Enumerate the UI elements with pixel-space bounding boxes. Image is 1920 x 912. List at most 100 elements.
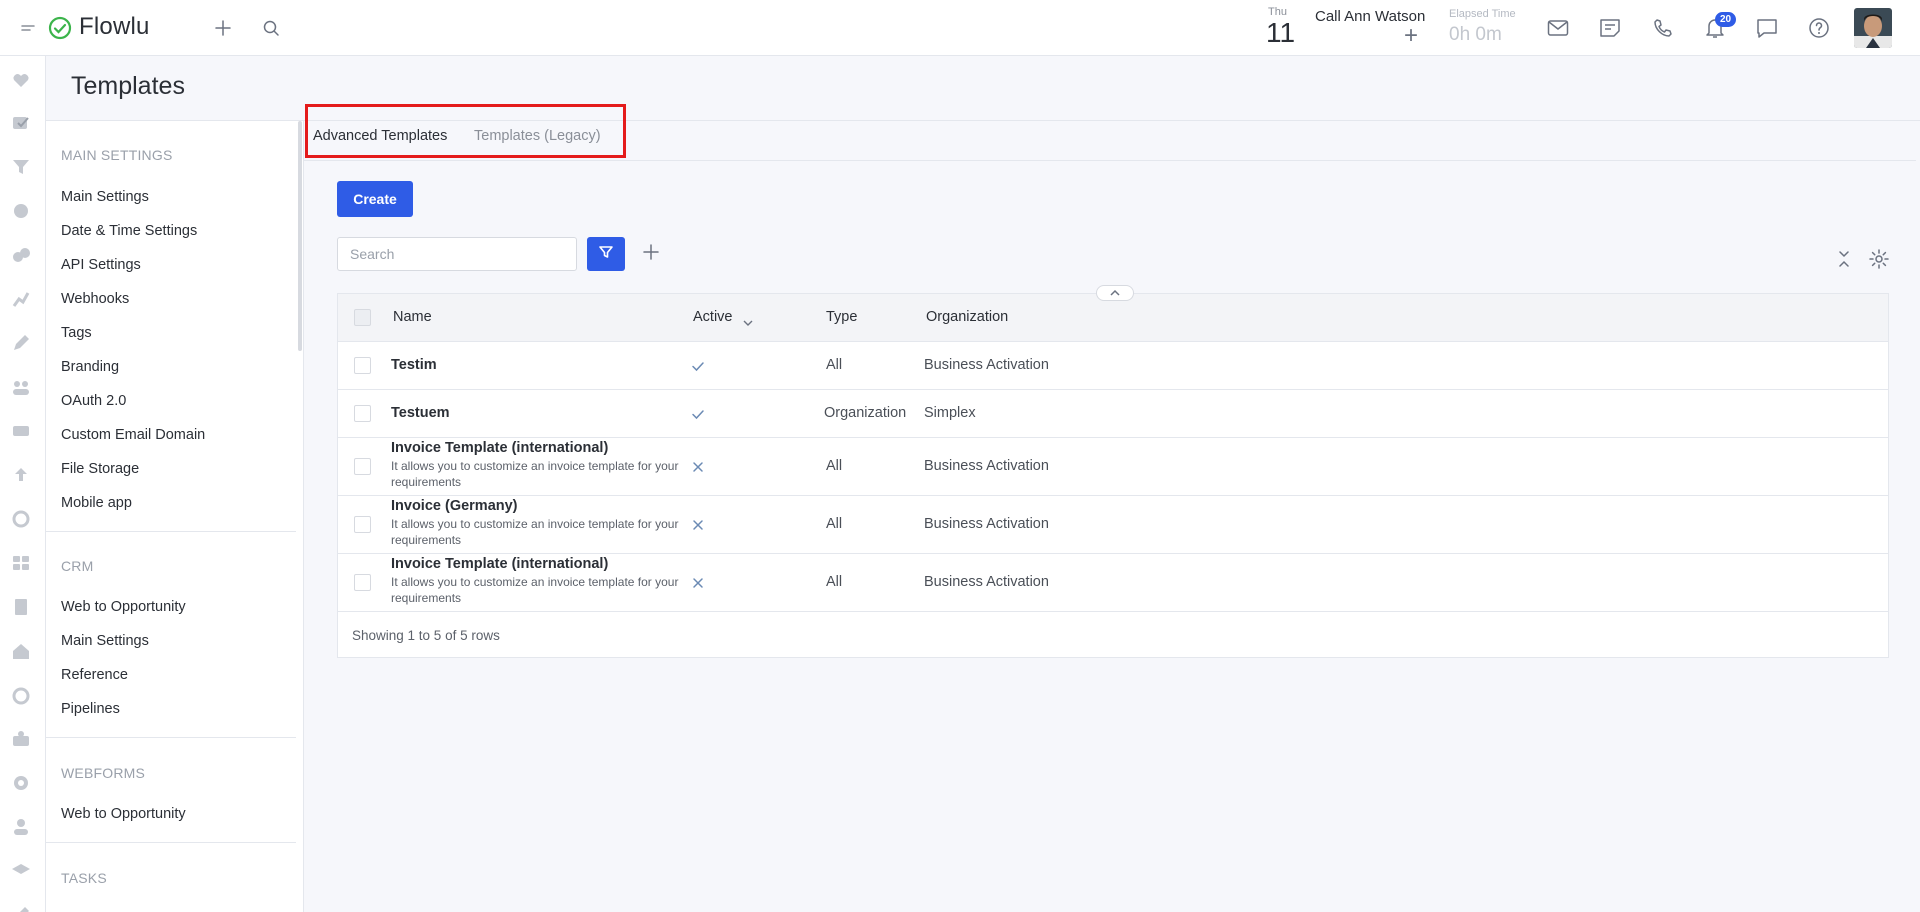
- notifications-badge: 20: [1715, 12, 1737, 27]
- projects-icon[interactable]: [10, 244, 32, 266]
- row-checkbox[interactable]: [354, 516, 371, 533]
- more-icon[interactable]: [10, 904, 32, 912]
- user-avatar[interactable]: [1854, 8, 1892, 48]
- collapse-icon[interactable]: [1834, 248, 1854, 270]
- gear-icon[interactable]: [1868, 248, 1890, 270]
- row-description: It allows you to customize an invoice te…: [391, 575, 679, 605]
- add-filter-button[interactable]: [637, 240, 665, 268]
- sidebar-item-web-to-opportunity[interactable]: Web to Opportunity: [61, 599, 186, 615]
- table-row[interactable]: Testuem Organization Simplex: [338, 390, 1888, 438]
- sidebar-item-webhooks[interactable]: Webhooks: [61, 291, 129, 307]
- column-header-active[interactable]: Active: [693, 309, 733, 325]
- close-icon: [690, 575, 706, 591]
- home-icon[interactable]: [10, 640, 32, 662]
- row-name[interactable]: Invoice Template (international): [391, 556, 608, 572]
- row-type: All: [826, 458, 843, 474]
- sidebar-item-oauth[interactable]: OAuth 2.0: [61, 393, 126, 409]
- sidebar-item-pipelines[interactable]: Pipelines: [61, 701, 120, 717]
- row-name[interactable]: Testuem: [391, 405, 450, 421]
- table-row[interactable]: Invoice (Germany) It allows you to custo…: [338, 496, 1888, 554]
- add-activity-button[interactable]: +: [1404, 24, 1418, 48]
- crm-funnel-icon[interactable]: [10, 156, 32, 178]
- plus-icon: [642, 243, 660, 266]
- sidebar-item-tags[interactable]: Tags: [61, 325, 92, 341]
- close-icon: [690, 459, 706, 475]
- sidebar-item-reference[interactable]: Reference: [61, 667, 128, 683]
- templates-table: Name Active Type Organization Testim All…: [337, 285, 1889, 658]
- chat-icon[interactable]: [1751, 12, 1783, 44]
- table-row[interactable]: Invoice Template (international) It allo…: [338, 554, 1888, 612]
- sidebar-scrollbar[interactable]: [298, 121, 302, 351]
- plus-icon[interactable]: [207, 12, 239, 44]
- education-icon[interactable]: [10, 860, 32, 882]
- sidebar-item-api-settings[interactable]: API Settings: [61, 257, 141, 273]
- sidebar-divider: [46, 737, 296, 738]
- sidebar-item-file-storage[interactable]: File Storage: [61, 461, 139, 477]
- search-icon[interactable]: [255, 12, 287, 44]
- sidebar-section-crm: CRM: [61, 558, 94, 574]
- docs-icon[interactable]: [10, 596, 32, 618]
- knowledge-icon[interactable]: [10, 552, 32, 574]
- sidebar-item-custom-email-domain[interactable]: Custom Email Domain: [61, 427, 205, 443]
- mail-icon[interactable]: [1542, 12, 1574, 44]
- pagination-summary: Showing 1 to 5 of 5 rows: [352, 628, 500, 643]
- timer-icon[interactable]: [10, 684, 32, 706]
- sidebar-divider: [46, 842, 296, 843]
- search-input[interactable]: [337, 237, 577, 271]
- upload-icon[interactable]: [10, 464, 32, 486]
- team-icon[interactable]: [10, 376, 32, 398]
- sidebar-item-mobile-app[interactable]: Mobile app: [61, 495, 132, 511]
- date-number[interactable]: 11: [1266, 17, 1295, 49]
- menu-icon[interactable]: [13, 12, 45, 44]
- filter-button[interactable]: [587, 237, 625, 271]
- notes-icon[interactable]: [1594, 12, 1626, 44]
- close-icon: [690, 517, 706, 533]
- row-name[interactable]: Invoice (Germany): [391, 498, 518, 514]
- inbox-icon[interactable]: [10, 728, 32, 750]
- app-logo-text[interactable]: Flowlu: [79, 13, 150, 41]
- select-all-checkbox[interactable]: [354, 309, 371, 326]
- row-type: Organization: [824, 405, 907, 421]
- chevron-up-icon: [1110, 289, 1120, 296]
- sidebar-divider: [46, 531, 296, 532]
- check-icon: [690, 406, 706, 422]
- support-icon[interactable]: [10, 508, 32, 530]
- sidebar-section-main-settings: MAIN SETTINGS: [61, 147, 173, 163]
- sidebar-item-webforms-web-to-opportunity[interactable]: Web to Opportunity: [61, 806, 186, 822]
- contacts-icon[interactable]: [10, 200, 32, 222]
- sidebar-item-crm-main-settings[interactable]: Main Settings: [61, 633, 149, 649]
- tasks-icon[interactable]: [10, 112, 32, 134]
- sidebar-section-tasks: TASKS: [61, 870, 107, 886]
- sidebar-item-date-time-settings[interactable]: Date & Time Settings: [61, 223, 197, 239]
- sidebar-item-main-settings[interactable]: Main Settings: [61, 189, 149, 205]
- collapse-filters-button[interactable]: [1096, 285, 1134, 301]
- create-button[interactable]: Create: [337, 181, 413, 217]
- phone-icon[interactable]: [1647, 12, 1679, 44]
- dashboard-icon[interactable]: [10, 68, 32, 90]
- circle-icon[interactable]: [10, 772, 32, 794]
- sidebar-item-branding[interactable]: Branding: [61, 359, 119, 375]
- row-type: All: [826, 574, 843, 590]
- finance-icon[interactable]: [10, 420, 32, 442]
- help-icon[interactable]: [1803, 12, 1835, 44]
- elapsed-time-value: 0h 0m: [1449, 24, 1502, 45]
- user-icon[interactable]: [10, 816, 32, 838]
- chevron-down-icon[interactable]: [743, 314, 753, 332]
- row-name[interactable]: Invoice Template (international): [391, 440, 608, 456]
- table-row[interactable]: Invoice Template (international) It allo…: [338, 438, 1888, 496]
- row-checkbox[interactable]: [354, 574, 371, 591]
- column-header-type[interactable]: Type: [826, 309, 857, 325]
- column-header-organization[interactable]: Organization: [926, 309, 1008, 325]
- logo-icon[interactable]: [46, 14, 74, 42]
- column-header-name[interactable]: Name: [393, 309, 432, 325]
- row-description: It allows you to customize an invoice te…: [391, 459, 679, 489]
- sales-icon[interactable]: [10, 288, 32, 310]
- row-name[interactable]: Testim: [391, 357, 437, 373]
- table-header: Name Active Type Organization: [338, 285, 1888, 342]
- row-checkbox[interactable]: [354, 405, 371, 422]
- table-row[interactable]: Testim All Business Activation: [338, 342, 1888, 390]
- row-checkbox[interactable]: [354, 357, 371, 374]
- tabs-highlight-box: [305, 104, 626, 158]
- row-checkbox[interactable]: [354, 458, 371, 475]
- edit-icon[interactable]: [10, 332, 32, 354]
